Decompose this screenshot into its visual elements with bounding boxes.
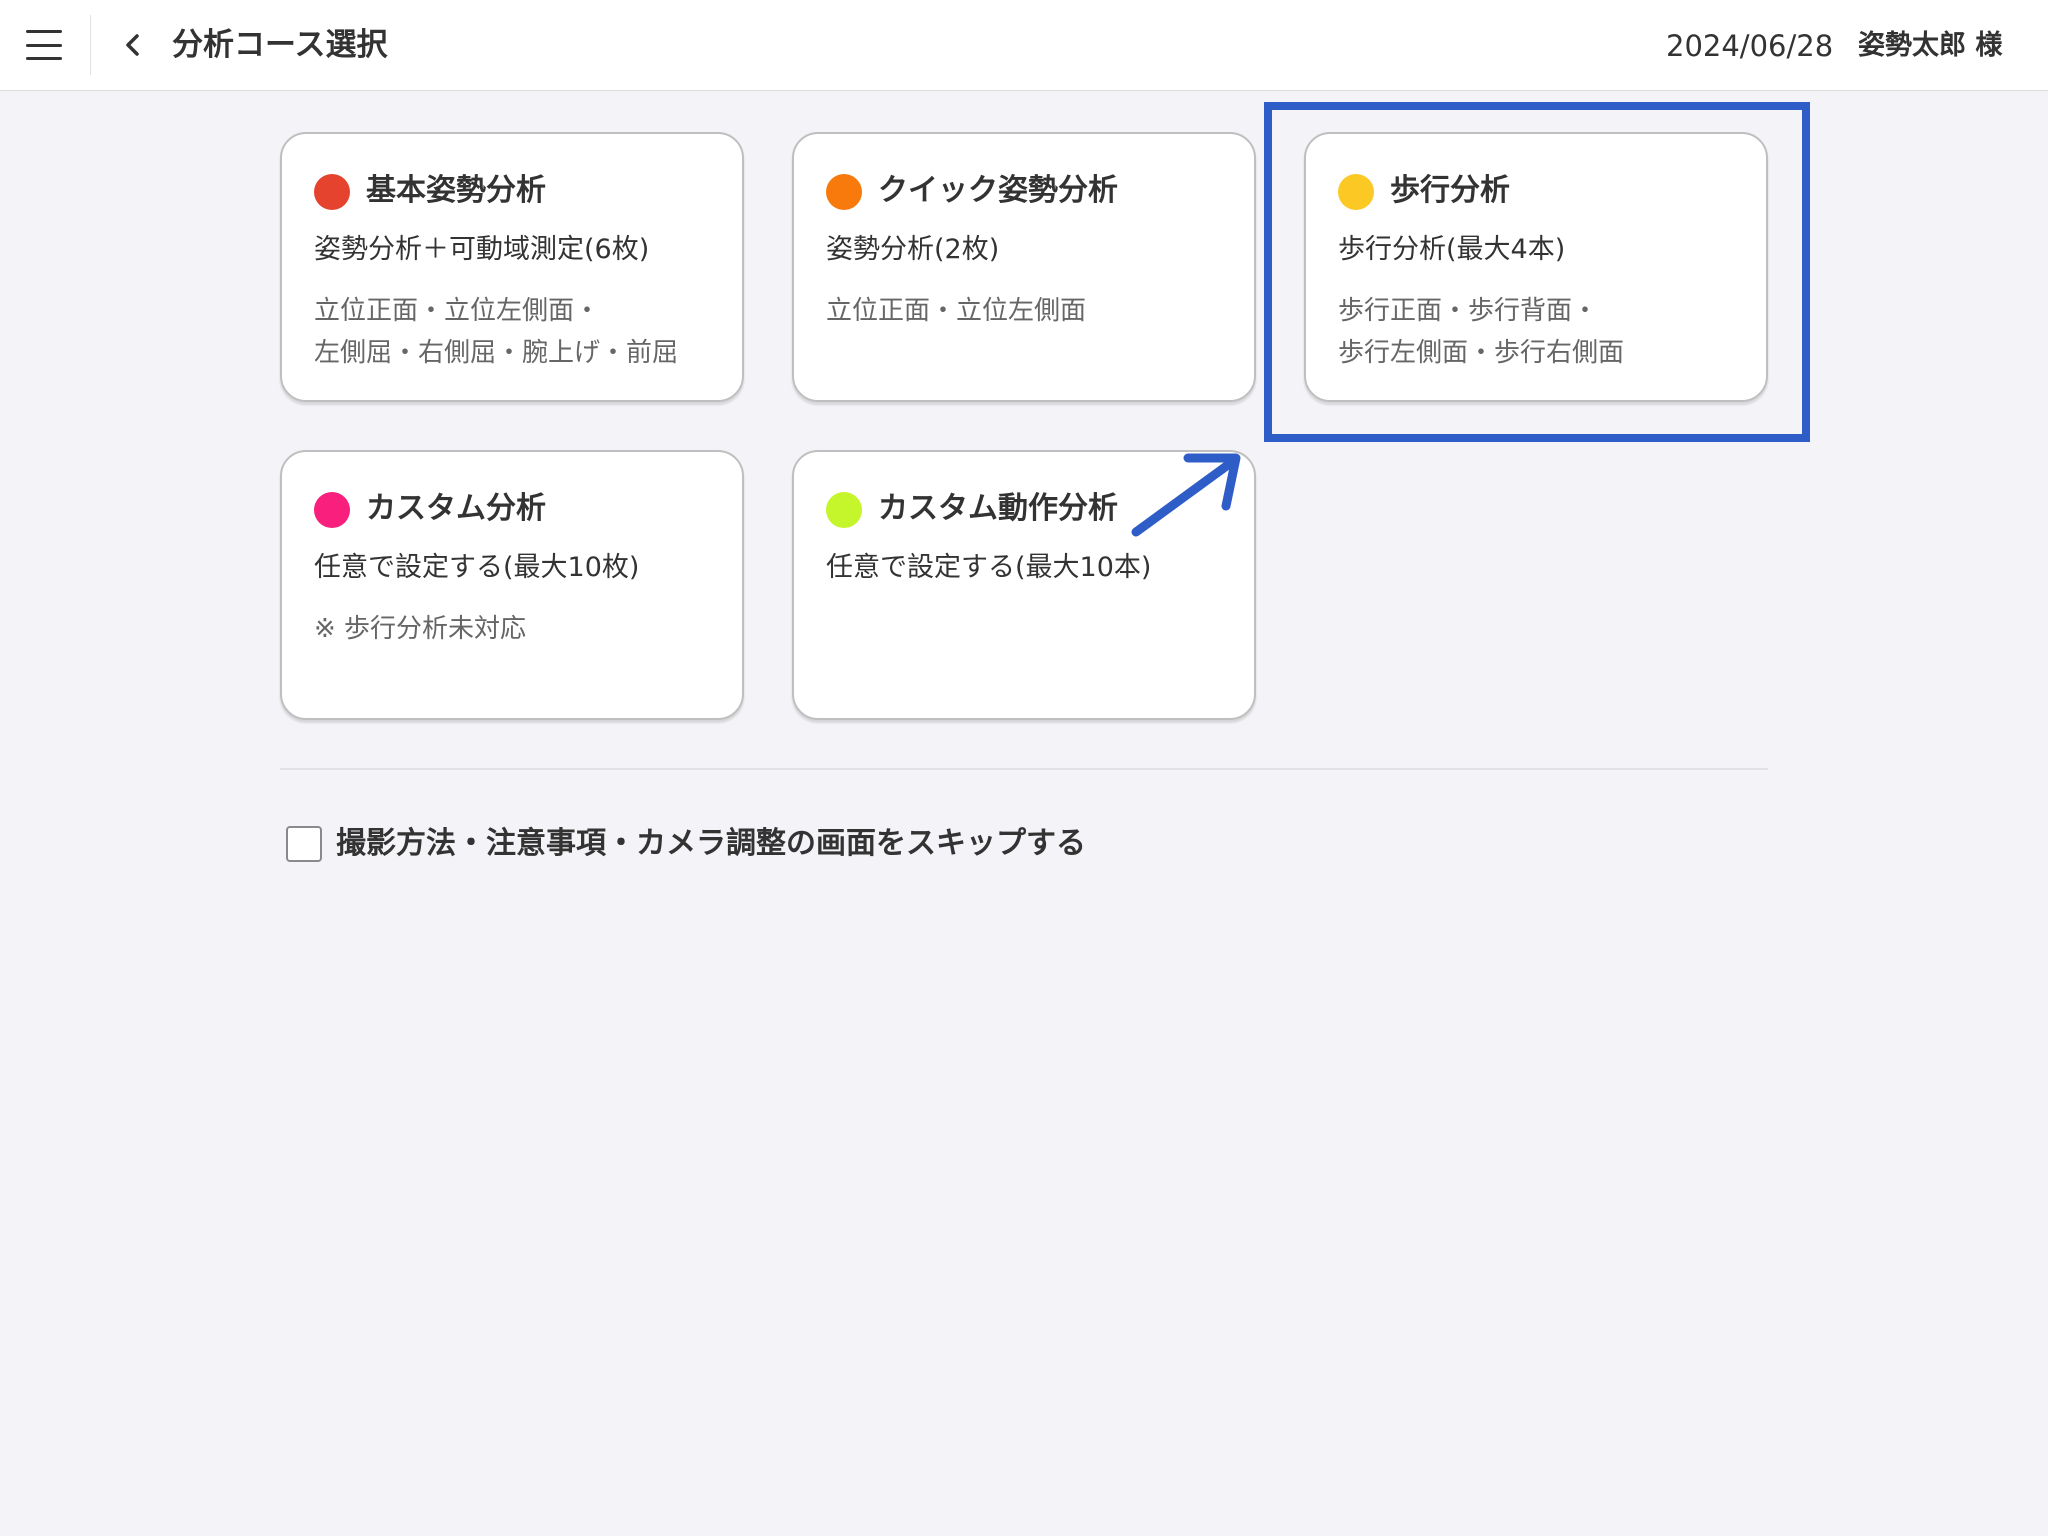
course-color-dot: [826, 174, 862, 210]
course-description-line: 左側屈・右側屈・腕上げ・前屈: [314, 338, 679, 368]
back-chevron-icon[interactable]: [118, 28, 148, 62]
course-card-custom-motion[interactable]: カスタム動作分析 任意で設定する(最大10本): [792, 450, 1256, 720]
course-description-line: ※ 歩行分析未対応: [314, 614, 527, 644]
header-date: 2024/06/28: [1666, 29, 1834, 63]
skip-checkbox[interactable]: [286, 826, 322, 862]
course-title: 歩行分析: [1390, 173, 1510, 208]
course-color-dot: [314, 174, 350, 210]
header-user-name: 姿勢太郎 様: [1858, 30, 2003, 61]
section-divider: [280, 768, 1768, 770]
course-description: 立位正面・立位左側面: [826, 290, 1086, 332]
course-description-line: 立位正面・立位左側面: [826, 296, 1087, 326]
course-card-basic-posture[interactable]: 基本姿勢分析 姿勢分析＋可動域測定(6枚) 立位正面・立位左側面・ 左側屈・右側…: [280, 132, 744, 402]
course-description-line: 歩行左側面・歩行右側面: [1338, 338, 1625, 368]
header-divider: [90, 15, 91, 75]
course-description-line: 立位正面・立位左側面・: [314, 296, 601, 326]
course-title: 基本姿勢分析: [366, 173, 546, 208]
course-description: 歩行正面・歩行背面・ 歩行左側面・歩行右側面: [1338, 290, 1624, 374]
course-subtitle: 任意で設定する(最大10本): [826, 552, 1152, 583]
skip-label: 撮影方法・注意事項・カメラ調整の画面をスキップする: [336, 826, 1086, 861]
course-color-dot: [826, 492, 862, 528]
course-color-dot: [1338, 174, 1374, 210]
course-title: クイック姿勢分析: [878, 173, 1118, 208]
course-card-quick-posture[interactable]: クイック姿勢分析 姿勢分析(2枚) 立位正面・立位左側面: [792, 132, 1256, 402]
skip-option[interactable]: 撮影方法・注意事項・カメラ調整の画面をスキップする: [286, 822, 1086, 866]
course-title: カスタム動作分析: [878, 491, 1118, 526]
hamburger-menu-icon[interactable]: [26, 30, 62, 60]
app-header: 分析コース選択 2024/06/28 姿勢太郎 様: [0, 0, 2048, 91]
course-title: カスタム分析: [366, 491, 546, 526]
course-description: 立位正面・立位左側面・ 左側屈・右側屈・腕上げ・前屈: [314, 290, 678, 374]
course-color-dot: [314, 492, 350, 528]
course-description-line: 歩行正面・歩行背面・: [1338, 296, 1599, 326]
course-subtitle: 任意で設定する(最大10枚): [314, 552, 640, 583]
course-subtitle: 姿勢分析＋可動域測定(6枚): [314, 234, 650, 265]
course-description: ※ 歩行分析未対応: [314, 608, 526, 650]
page-title: 分析コース選択: [172, 27, 388, 63]
course-subtitle: 歩行分析(最大4本): [1338, 234, 1566, 265]
course-card-custom[interactable]: カスタム分析 任意で設定する(最大10枚) ※ 歩行分析未対応: [280, 450, 744, 720]
course-subtitle: 姿勢分析(2枚): [826, 234, 1000, 265]
course-card-gait[interactable]: 歩行分析 歩行分析(最大4本) 歩行正面・歩行背面・ 歩行左側面・歩行右側面: [1304, 132, 1768, 402]
